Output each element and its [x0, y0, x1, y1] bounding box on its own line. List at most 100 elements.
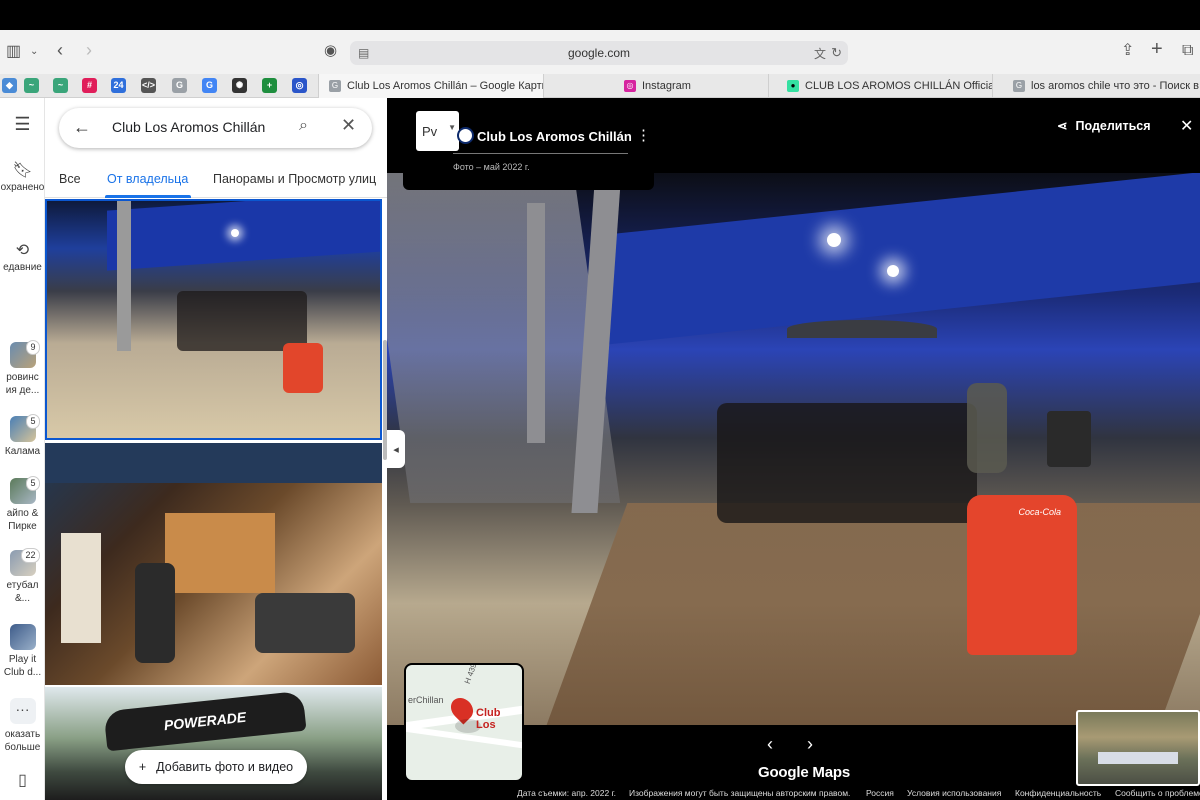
- banner-shape: [61, 533, 101, 643]
- site-info-icon[interactable]: ▤: [358, 46, 369, 60]
- rail-item-label: айпо & Пирке: [6, 508, 39, 532]
- tab-all[interactable]: Все: [59, 172, 81, 186]
- google-icon[interactable]: G: [172, 78, 187, 93]
- back-arrow-icon[interactable]: ←: [73, 117, 91, 138]
- rail-item-label: етубал &...: [6, 580, 39, 604]
- photo-thumbnail-terrace[interactable]: [45, 199, 382, 440]
- tab-label: Club Los Aromos Chillán – Google Карты: [347, 80, 543, 92]
- chevron-left-icon: ◂: [393, 443, 399, 456]
- chart-icon[interactable]: ~: [24, 78, 39, 93]
- rail-item-label: Калама: [4, 446, 41, 457]
- road-label: H 439: [462, 663, 479, 686]
- tab-overview-icon[interactable]: ⧉: [1182, 43, 1193, 59]
- openai-icon[interactable]: ✺: [232, 78, 247, 93]
- history-icon: ⟲: [15, 242, 30, 259]
- next-photo-icon[interactable]: ›: [807, 734, 813, 755]
- wall-shape: [165, 513, 275, 593]
- person-shape: [135, 563, 175, 663]
- share-icon[interactable]: ⇪: [1121, 43, 1134, 59]
- aerial-thumbnail[interactable]: [1076, 710, 1200, 786]
- add-photo-button[interactable]: + Добавить фото и видео: [125, 750, 307, 784]
- active-tab-indicator: [105, 195, 191, 198]
- code-icon[interactable]: </>: [141, 78, 156, 93]
- rail-item-label: охранено: [0, 182, 45, 193]
- collapse-panel-button[interactable]: ◂: [387, 430, 405, 468]
- cloud24-icon[interactable]: 24: [111, 78, 126, 93]
- google-icon: G: [1013, 80, 1025, 92]
- tab-tripadvisor[interactable]: ● CLUB LOS AROMOS CHILLÁN Official: I...: [768, 74, 992, 98]
- rail-item-recent-place[interactable]: Play it Club d...: [0, 624, 44, 679]
- place-thumbnail: 9: [9, 340, 40, 368]
- place-info-card: Pv ▼ Club Los Aromos Chillán Фото – май …: [403, 104, 654, 190]
- tab-google-search[interactable]: G los aromos chile что это - Поиск в Goo…: [992, 74, 1200, 98]
- report-link[interactable]: Сообщить о проблеме: [1115, 788, 1200, 798]
- people-shape: [177, 291, 307, 351]
- rail-item-recent-place[interactable]: 22 етубал &...: [0, 548, 44, 605]
- minimap[interactable]: H 439 erChillan Club Los: [404, 663, 524, 782]
- pv-label: Pv: [422, 123, 438, 139]
- place-title[interactable]: Club Los Aromos Chillán: [477, 129, 632, 144]
- forward-icon[interactable]: ›: [86, 41, 92, 59]
- map-place-label: Club Los: [476, 707, 501, 731]
- slack-icon[interactable]: #: [82, 78, 97, 93]
- reload-icon[interactable]: ↻: [831, 45, 842, 61]
- phone-icon[interactable]: ▯: [0, 773, 44, 789]
- address-bar[interactable]: ▤ google.com 文 ↻: [350, 41, 848, 65]
- add-photo-label: Добавить фото и видео: [156, 760, 294, 774]
- back-icon[interactable]: ‹: [57, 41, 63, 59]
- share-button[interactable]: ⋖ Поделиться: [1057, 118, 1151, 134]
- chart-icon[interactable]: ~: [53, 78, 68, 93]
- chevron-down-icon[interactable]: ⌄: [30, 44, 38, 60]
- close-icon[interactable]: ✕: [341, 115, 356, 136]
- tab-panoramas[interactable]: Панорамы и Просмотр улиц: [213, 172, 376, 186]
- maps-icon[interactable]: ◆: [2, 78, 17, 93]
- pillar-shape: [527, 203, 545, 443]
- photo-thumbnail-interior[interactable]: [45, 443, 382, 685]
- privacy-report-icon[interactable]: ◉: [324, 43, 337, 59]
- place-thumbnail: 5: [9, 476, 40, 504]
- close-icon[interactable]: ✕: [1180, 116, 1193, 136]
- rail-item-recent-place[interactable]: 9 ровинс ия де...: [0, 340, 44, 397]
- place-thumbnail: [9, 624, 36, 650]
- tab-instagram[interactable]: ◎ Instagram: [543, 74, 768, 98]
- pv-switcher-button[interactable]: Pv ▼: [416, 111, 459, 151]
- place-logo-icon: [457, 127, 474, 144]
- search-input[interactable]: Club Los Aromos Chillán: [112, 119, 265, 135]
- photos-panel: ← Club Los Aromos Chillán ⌕ ✕ Все От вла…: [45, 98, 387, 800]
- tab-by-owner[interactable]: От владельца: [107, 172, 188, 186]
- rail-item-recent[interactable]: ⟲ едавние: [0, 242, 44, 274]
- pillar-shape: [117, 201, 131, 351]
- terms-link[interactable]: Условия использования: [907, 788, 1001, 798]
- privacy-link[interactable]: Конфиденциальность: [1015, 788, 1101, 798]
- tab-google-maps[interactable]: G Club Los Aromos Chillán – Google Карты: [318, 74, 543, 98]
- chair-shape: [283, 343, 323, 393]
- translate-icon[interactable]: G: [202, 78, 217, 93]
- ceiling-shape: [45, 443, 382, 483]
- circle-app-icon[interactable]: ◎: [292, 78, 307, 93]
- plus-icon: +: [138, 760, 147, 774]
- search-icon[interactable]: ⌕: [299, 117, 308, 135]
- menu-icon[interactable]: ☰: [0, 115, 44, 133]
- prev-photo-icon[interactable]: ‹: [767, 734, 773, 755]
- light-shape: [827, 233, 841, 247]
- photo-viewer: Coca-Cola Pv ▼ Club Los Aromos Chillán Ф…: [387, 98, 1200, 800]
- photo-tabs: Все От владельца Панорамы и Просмотр ули…: [45, 166, 387, 198]
- rail-item-recent-place[interactable]: 5 айпо & Пирке: [0, 476, 44, 533]
- deck-shape: [546, 503, 1200, 725]
- roof-shape: [107, 201, 380, 271]
- rail-item-recent-place[interactable]: 5 Калама: [0, 414, 44, 458]
- window-top-bar: [0, 0, 1200, 30]
- country-link[interactable]: Россия: [866, 788, 894, 798]
- caret-down-icon: ▼: [448, 123, 456, 132]
- more-options-icon[interactable]: ⋮: [636, 128, 651, 143]
- sidebar-toggle-icon[interactable]: ▥: [6, 44, 21, 60]
- photo-main[interactable]: Coca-Cola: [387, 173, 1200, 725]
- search-box[interactable]: ← Club Los Aromos Chillán ⌕ ✕: [59, 108, 372, 148]
- rail-item-label: едавние: [3, 262, 42, 273]
- rail-item-show-more[interactable]: ··· оказать больше: [0, 698, 44, 754]
- new-tab-icon[interactable]: +: [1151, 39, 1163, 59]
- google-icon: G: [329, 80, 341, 92]
- translate-icon[interactable]: 文: [814, 45, 826, 62]
- rail-item-saved[interactable]: 🔖︎ охранено: [0, 163, 45, 194]
- sheets-icon[interactable]: +: [262, 78, 277, 93]
